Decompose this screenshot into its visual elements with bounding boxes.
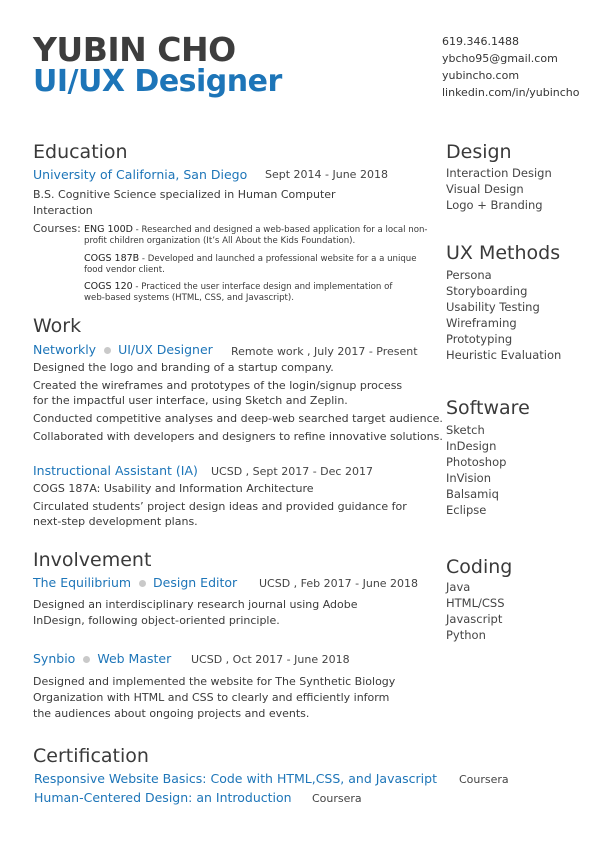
job-org: Networkly <box>33 342 97 357</box>
skill-item: Prototyping <box>446 332 513 346</box>
software-list: Sketch InDesign Photoshop InVision Balsa… <box>446 422 506 518</box>
course-item: ENG 100D - Researched and designed a web… <box>84 224 429 247</box>
involvement-role: Web Master <box>97 651 172 666</box>
course-item: COGS 187B - Developed and launched a pro… <box>84 253 429 276</box>
involvement-org: The Equilibrium <box>33 575 132 590</box>
skill-item: Persona <box>446 268 492 282</box>
involvement-desc: Designed and implemented the website for… <box>33 675 396 720</box>
involvement-title-row: The Equilibrium Design Editor <box>33 575 237 590</box>
course-code: ENG 100D <box>84 224 133 235</box>
involvement-title-row: Synbio Web Master <box>33 651 171 666</box>
skill-item: Java <box>446 580 471 594</box>
design-heading: Design <box>446 141 512 163</box>
job-course: COGS 187A: Usability and Information Arc… <box>33 482 314 495</box>
job-title-row: Networkly UI/UX Designer <box>33 342 213 357</box>
job-role: Instructional Assistant (IA) <box>33 463 198 478</box>
job-bullet: Designed the logo and branding of a star… <box>33 361 334 374</box>
involvement-heading: Involvement <box>33 549 152 571</box>
skill-item: InVision <box>446 471 492 485</box>
courses-label: Courses: <box>33 222 81 235</box>
skill-item: Logo + Branding <box>446 198 543 212</box>
job-bullet: Conducted competitive analyses and deep-… <box>33 412 443 425</box>
job-role: UI/UX Designer <box>118 342 213 357</box>
degree: B.S. Cognitive Science specialized in Hu… <box>33 188 336 217</box>
candidate-name: YUBIN CHO <box>33 30 236 69</box>
involvement-meta: UCSD , Feb 2017 - June 2018 <box>259 577 419 590</box>
bullet-dot-icon <box>104 346 112 354</box>
skill-item: Visual Design <box>446 182 524 196</box>
course-item: COGS 120 - Practiced the user interface … <box>84 281 404 304</box>
involvement-org: Synbio <box>33 651 76 666</box>
design-skills-list: Interaction Design Visual Design Logo + … <box>446 165 552 213</box>
skill-item: Usability Testing <box>446 300 540 314</box>
skill-item: Photoshop <box>446 455 507 469</box>
course-desc: - Researched and designed a web-based ap… <box>84 225 428 246</box>
certification-provider: Coursera <box>459 773 509 786</box>
ux-methods-list: Persona Storyboarding Usability Testing … <box>446 267 561 363</box>
certification-name[interactable]: Responsive Website Basics: Code with HTM… <box>34 771 437 786</box>
skill-item: Storyboarding <box>446 284 528 298</box>
job-meta: Remote work , July 2017 - Present <box>231 345 418 358</box>
bullet-dot-icon <box>83 655 91 663</box>
candidate-title: UI/UX Designer <box>33 64 282 99</box>
job-desc: Circulated students’ project design idea… <box>33 500 407 528</box>
skill-item: InDesign <box>446 439 497 453</box>
work-heading: Work <box>33 315 82 337</box>
course-code: COGS 187B <box>84 253 140 264</box>
education-heading: Education <box>33 141 128 163</box>
skill-item: Python <box>446 628 486 642</box>
involvement-desc: Designed an interdisciplinary research j… <box>33 598 358 627</box>
involvement-role: Design Editor <box>153 575 238 590</box>
bullet-dot-icon <box>139 579 147 587</box>
school-name: University of California, San Diego <box>33 167 248 182</box>
skill-item: Interaction Design <box>446 166 552 180</box>
website-link[interactable]: yubincho.com <box>442 69 519 83</box>
certification-provider: Coursera <box>312 792 362 805</box>
skill-item: HTML/CSS <box>446 596 505 610</box>
ux-methods-heading: UX Methods <box>446 242 561 264</box>
certification-heading: Certification <box>33 745 149 767</box>
skill-item: Wireframing <box>446 316 517 330</box>
coding-list: Java HTML/CSS Javascript Python <box>446 579 505 643</box>
skill-item: Sketch <box>446 423 485 437</box>
education-dates: Sept 2014 - June 2018 <box>265 168 388 181</box>
phone-number[interactable]: 619.346.1488 <box>442 35 519 49</box>
skill-item: Balsamiq <box>446 487 499 501</box>
involvement-meta: UCSD , Oct 2017 - June 2018 <box>191 653 350 666</box>
job-meta: UCSD , Sept 2017 - Dec 2017 <box>211 465 373 478</box>
job-bullet: Collaborated with developers and designe… <box>33 430 443 443</box>
skill-item: Eclipse <box>446 503 487 517</box>
certification-name[interactable]: Human-Centered Design: an Introduction <box>34 790 292 805</box>
course-code: COGS 120 <box>84 281 133 292</box>
email-link[interactable]: ybcho95@gmail.com <box>442 52 558 66</box>
software-heading: Software <box>446 397 530 419</box>
skill-item: Javascript <box>446 612 503 626</box>
job-bullet: Created the wireframes and prototypes of… <box>33 379 403 407</box>
coding-heading: Coding <box>446 556 513 578</box>
linkedin-link[interactable]: linkedin.com/in/yubincho <box>442 86 580 100</box>
skill-item: Heuristic Evaluation <box>446 348 562 362</box>
